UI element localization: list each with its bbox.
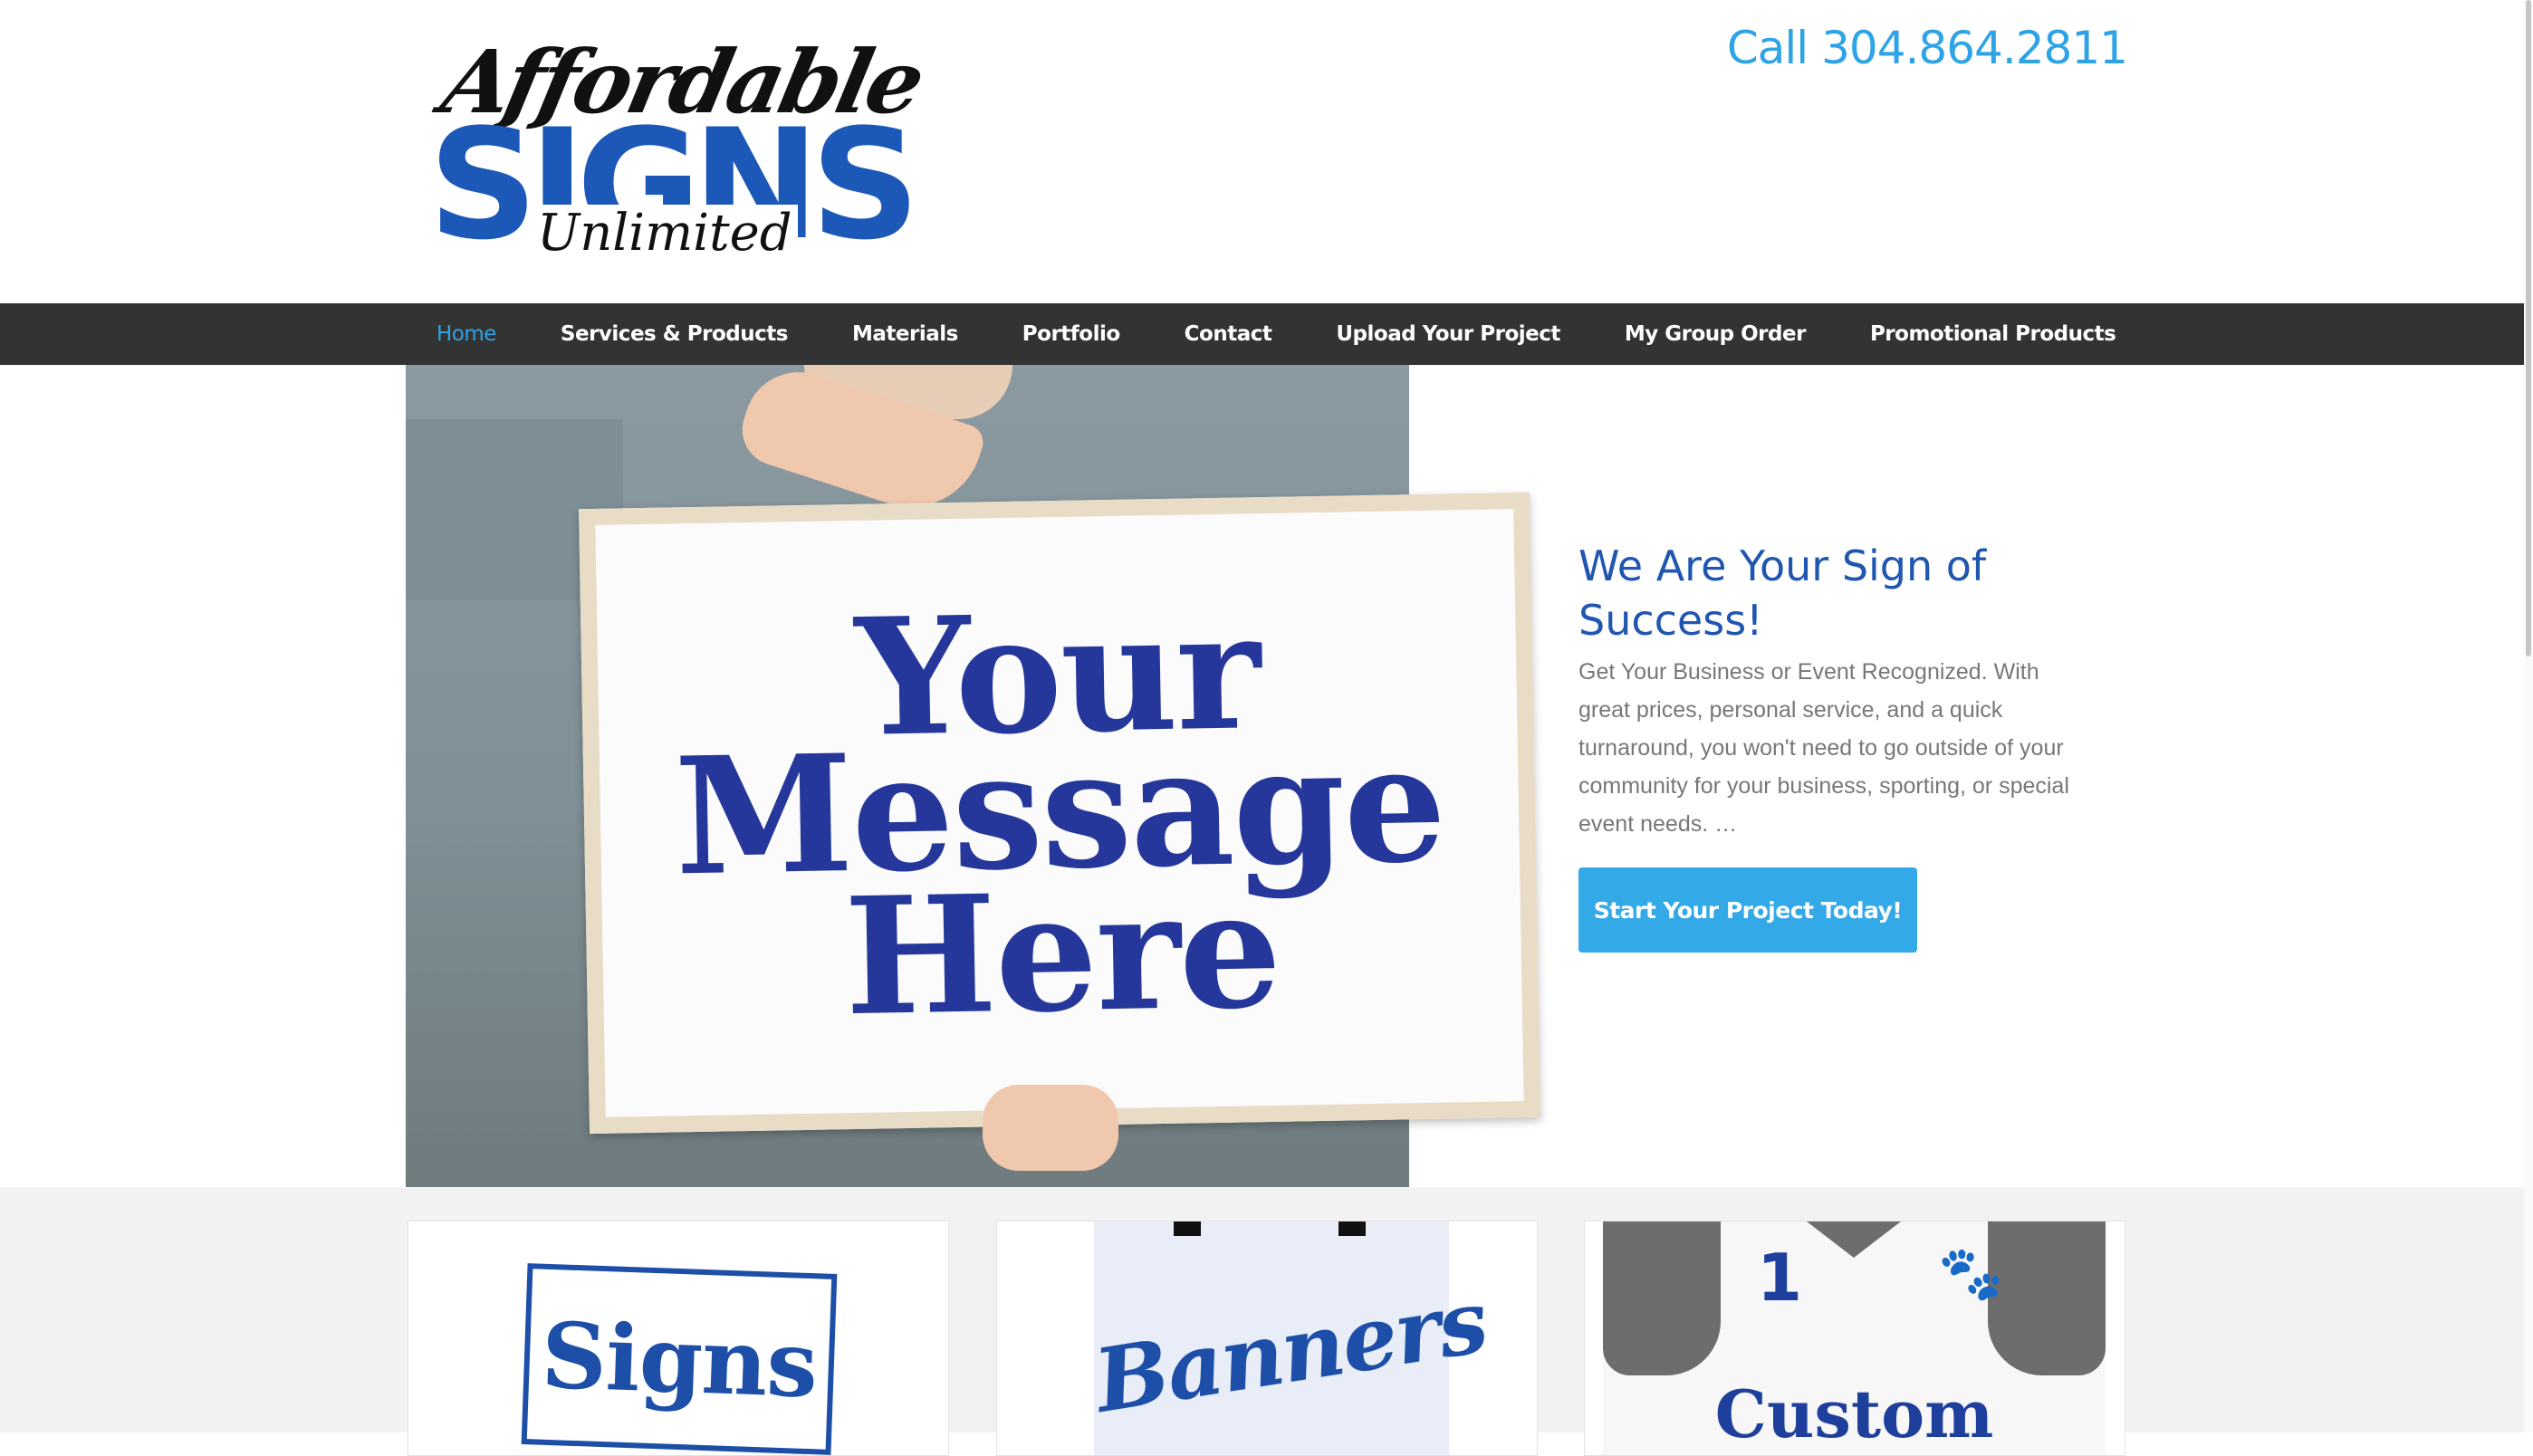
page-scrollbar[interactable] — [2524, 0, 2533, 1432]
nav-item-services-products[interactable]: Services & Products — [561, 322, 789, 346]
logo-sub-text: Unlimited — [532, 205, 798, 263]
hero-section: Your Message Here We Are Your Sign of Su… — [0, 365, 2533, 1187]
product-cards-section: Signs Banners 1 🐾 Custom — [0, 1187, 2533, 1456]
hero-title: We Are Your Sign of Success! — [1578, 541, 1987, 645]
scrollbar-thumb[interactable] — [2526, 0, 2531, 656]
product-card-custom[interactable]: 1 🐾 Custom — [1584, 1221, 2125, 1456]
site-header: Affordable SIGNS Unlimited Call 304.864.… — [0, 0, 2533, 303]
holding-hand-image — [983, 1085, 1118, 1171]
card-image-text: Banners — [1088, 1269, 1493, 1432]
message-board-image: Your Message Here — [579, 492, 1540, 1135]
paw-print-icon: 🐾 — [1938, 1244, 2004, 1303]
card-image-text: Custom — [1714, 1375, 1994, 1452]
site-logo[interactable]: Affordable SIGNS Unlimited — [428, 31, 930, 272]
clip-icon — [1338, 1221, 1366, 1236]
nav-item-promotional-products[interactable]: Promotional Products — [1870, 322, 2116, 346]
start-project-button[interactable]: Start Your Project Today! — [1578, 867, 1917, 953]
jersey-number: 1 — [1757, 1240, 1803, 1316]
board-line: Here — [842, 854, 1281, 1052]
signs-image: Signs — [521, 1263, 838, 1455]
hero-description: Get Your Business or Event Recognized. W… — [1578, 659, 2069, 837]
nav-item-group-order[interactable]: My Group Order — [1625, 322, 1807, 346]
hero-text-block: We Are Your Sign of Success! Get Your Bu… — [1578, 539, 2086, 843]
nav-item-upload-project[interactable]: Upload Your Project — [1336, 322, 1560, 346]
phone-number-link[interactable]: Call 304.864.2811 — [1727, 22, 2128, 74]
main-navigation: Home Services & Products Materials Portf… — [0, 303, 2533, 365]
product-card-signs[interactable]: Signs — [408, 1221, 949, 1456]
jersey-image: 1 🐾 Custom — [1603, 1221, 2106, 1455]
clip-icon — [1174, 1221, 1201, 1236]
nav-item-materials[interactable]: Materials — [852, 322, 958, 346]
product-card-banners[interactable]: Banners — [996, 1221, 1538, 1456]
nav-item-portfolio[interactable]: Portfolio — [1022, 322, 1120, 346]
banner-image: Banners — [1089, 1221, 1493, 1455]
card-image-text: Signs — [539, 1301, 819, 1419]
nav-item-home[interactable]: Home — [437, 322, 496, 346]
nav-item-contact[interactable]: Contact — [1185, 322, 1272, 346]
